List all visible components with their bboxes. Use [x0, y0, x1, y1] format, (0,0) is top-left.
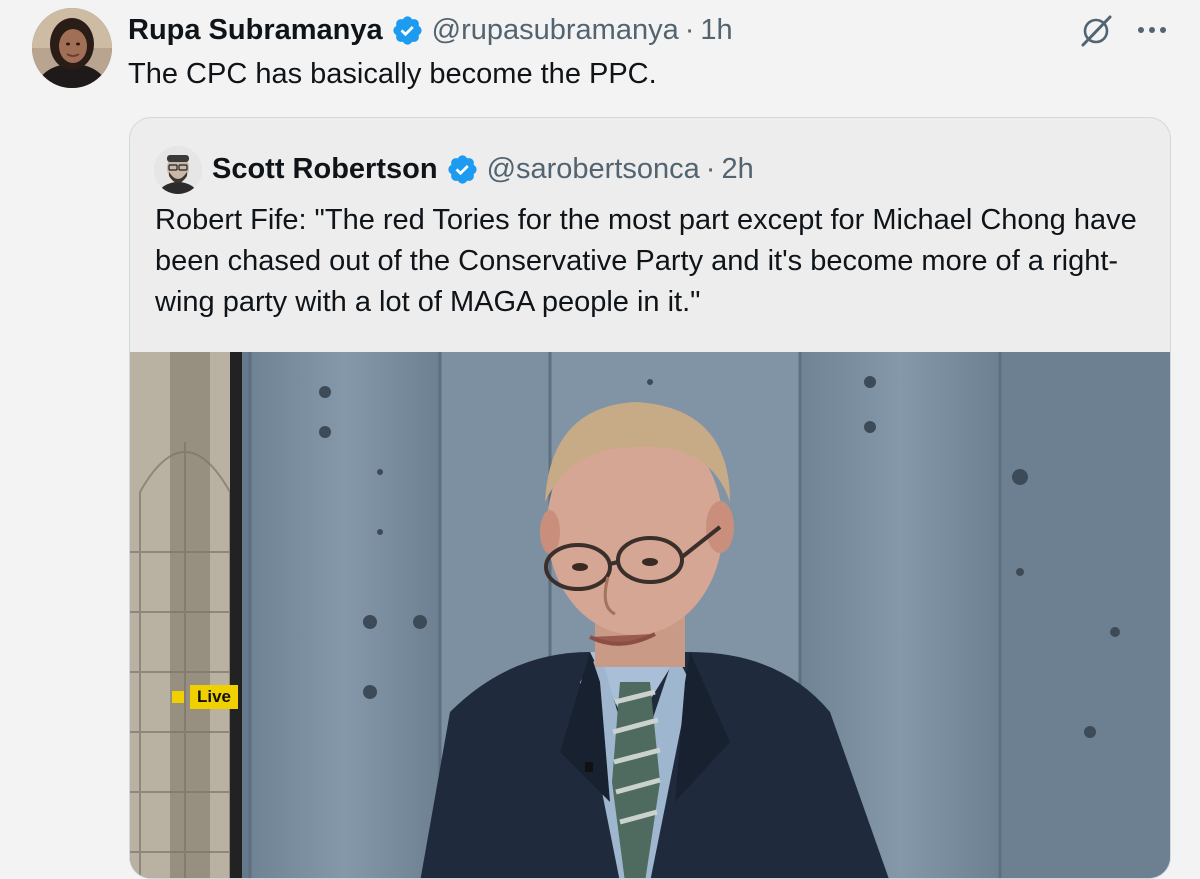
quoted-tweet[interactable]: Scott Robertson @sarobertsonca · 2h Robe…	[129, 117, 1171, 879]
verified-badge-icon	[391, 14, 424, 47]
video-media[interactable]: Live	[130, 352, 1170, 878]
tweet-header: Rupa Subramanya @rupasubramanya · 1h	[128, 10, 733, 50]
quoted-timestamp[interactable]: 2h	[721, 153, 753, 186]
quoted-author-avatar[interactable]	[154, 146, 202, 194]
live-indicator-icon	[172, 691, 184, 703]
live-label: Live	[190, 685, 239, 709]
grok-icon[interactable]	[1078, 12, 1114, 48]
tweet-text: The CPC has basically become the PPC.	[128, 58, 657, 90]
quoted-author-handle[interactable]: @sarobertsonca	[487, 153, 700, 186]
quoted-tweet-text: Robert Fife: "The red Tories for the mos…	[155, 204, 1137, 318]
avatar[interactable]	[32, 8, 112, 88]
separator: ·	[705, 152, 716, 185]
live-badge: Live	[172, 685, 239, 709]
quoted-tweet-header: Scott Robertson @sarobertsonca · 2h	[212, 147, 754, 191]
verified-badge-icon	[446, 153, 479, 186]
tweet[interactable]: Rupa Subramanya @rupasubramanya · 1h The…	[0, 0, 1200, 879]
more-options-icon[interactable]	[1134, 18, 1170, 42]
author-handle[interactable]: @rupasubramanya	[432, 14, 679, 47]
author-name[interactable]: Rupa Subramanya	[128, 14, 383, 47]
separator: ·	[684, 13, 695, 46]
quoted-author-name[interactable]: Scott Robertson	[212, 153, 438, 186]
timestamp[interactable]: 1h	[700, 14, 732, 47]
